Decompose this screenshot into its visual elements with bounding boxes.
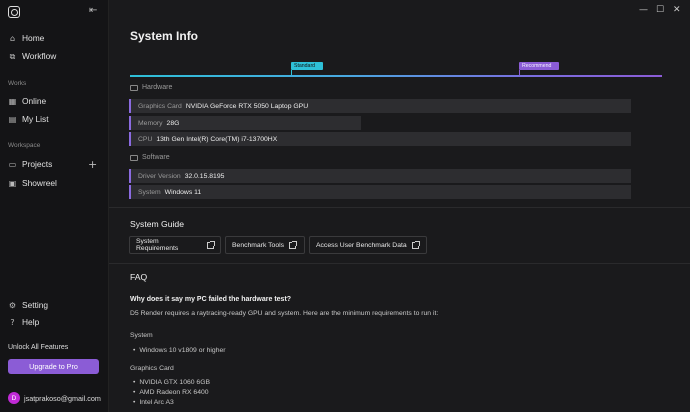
row-key: Driver Version — [138, 172, 181, 180]
sidebar-item-showreel[interactable]: ▣ Showreel — [8, 175, 57, 191]
standard-marker: Standard — [291, 62, 323, 70]
recommend-marker: Recommend — [519, 62, 559, 70]
row-value: 32.0.15.8195 — [184, 172, 225, 180]
row-value: 13th Gen Intel(R) Core(TM) i7-13700HX — [156, 135, 278, 143]
list-item: Intel Arc A3 — [133, 399, 173, 406]
unlock-label: Unlock All Features — [8, 344, 69, 351]
row-value: 28G — [166, 119, 180, 127]
collapse-left-icon[interactable]: ⇤ — [89, 5, 97, 16]
sidebar-item-workflow[interactable]: ⧉ Workflow — [8, 48, 57, 64]
faq-title: FAQ — [130, 272, 148, 282]
account-email: jsatprakoso@gmail.com — [24, 393, 101, 403]
software-icon — [130, 154, 138, 161]
account[interactable]: D jsatprakoso@gmail.com — [8, 392, 101, 404]
app-logo-icon — [8, 6, 20, 18]
add-project-icon[interactable]: + — [88, 158, 97, 171]
sidebar-item-online[interactable]: ▦ Online — [8, 93, 47, 109]
button-label: Access User Benchmark Data — [316, 241, 407, 249]
faq-system-label: System — [130, 332, 153, 339]
sidebar-item-setting[interactable]: ⚙ Setting — [8, 297, 48, 313]
section-label-workspace: Workspace — [8, 142, 41, 149]
sidebar-item-label: Setting — [22, 300, 49, 310]
external-link-icon — [207, 240, 215, 249]
hardware-row-graphics-card: Graphics Card NVIDIA GeForce RTX 5050 La… — [129, 99, 631, 113]
sidebar-item-my-list[interactable]: ▤ My List — [8, 111, 49, 127]
book-icon: ▤ — [8, 114, 17, 124]
software-row-driver: Driver Version 32.0.15.8195 — [129, 169, 631, 183]
row-key: System — [138, 188, 161, 196]
faq-answer: D5 Render requires a raytracing-ready GP… — [130, 310, 439, 317]
sidebar-item-label: Online — [22, 96, 47, 106]
maximize-icon[interactable]: ☐ — [656, 5, 664, 15]
divider — [109, 207, 690, 208]
sidebar-item-label: Home — [22, 33, 45, 43]
faq-gpu-label: Graphics Card — [130, 365, 174, 372]
page-title: System Info — [130, 29, 199, 43]
sidebar-item-label: Help — [22, 317, 40, 327]
divider — [109, 263, 690, 264]
row-key: CPU — [138, 135, 153, 143]
sidebar-item-label: Showreel — [22, 178, 57, 188]
close-icon[interactable]: ✕ — [673, 5, 681, 15]
hardware-label: Hardware — [142, 84, 173, 91]
sidebar-item-home[interactable]: ⌂ Home — [8, 30, 44, 46]
access-benchmark-data-button[interactable]: Access User Benchmark Data — [309, 236, 427, 254]
film-icon: ▣ — [8, 178, 17, 188]
system-requirements-button[interactable]: System Requirements — [129, 236, 221, 254]
software-label: Software — [142, 154, 170, 161]
list-item: NVIDIA GTX 1060 6GB — [133, 379, 210, 386]
row-value: NVIDIA GeForce RTX 5050 Laptop GPU — [185, 102, 309, 110]
sidebar: ⇤ ⌂ Home ⧉ Workflow Works ▦ Online ▤ My … — [0, 0, 109, 412]
button-label: System Requirements — [136, 238, 179, 252]
hardware-heading: Hardware — [130, 84, 172, 91]
sidebar-item-label: Workflow — [22, 51, 57, 61]
row-key: Memory — [138, 119, 163, 127]
row-value: Windows 11 — [164, 188, 202, 196]
row-key: Graphics Card — [138, 102, 182, 110]
workflow-icon: ⧉ — [9, 51, 16, 61]
section-label-works: Works — [8, 80, 27, 87]
button-label: Benchmark Tools — [232, 241, 285, 249]
sidebar-item-label: My List — [22, 114, 49, 124]
help-icon: ? — [10, 317, 15, 327]
home-icon: ⌂ — [9, 33, 16, 43]
sidebar-item-help[interactable]: ? Help — [8, 314, 39, 330]
folder-icon: ▭ — [8, 159, 17, 169]
hardware-row-memory: Memory 28G — [129, 116, 361, 130]
upgrade-button[interactable]: Upgrade to Pro — [8, 359, 99, 374]
sidebar-item-label: Projects — [22, 159, 53, 169]
ranking-bar — [130, 75, 662, 77]
list-item: AMD Radeon RX 6400 — [133, 389, 208, 396]
gear-icon: ⚙ — [8, 300, 17, 310]
external-link-icon — [411, 240, 420, 249]
minimize-icon[interactable]: — — [639, 5, 648, 15]
list-item: Windows 10 v1809 or higher — [133, 347, 225, 354]
software-row-system: System Windows 11 — [129, 185, 631, 199]
avatar: D — [8, 392, 20, 404]
hardware-icon — [130, 84, 138, 91]
faq-question: Why does it say my PC failed the hardwar… — [130, 296, 292, 303]
external-link-icon — [289, 240, 298, 249]
grid-icon: ▦ — [8, 96, 17, 106]
system-guide-title: System Guide — [130, 219, 184, 229]
software-heading: Software — [130, 154, 170, 161]
benchmark-tools-button[interactable]: Benchmark Tools — [225, 236, 305, 254]
hardware-row-cpu: CPU 13th Gen Intel(R) Core(TM) i7-13700H… — [129, 132, 631, 146]
sidebar-item-projects[interactable]: ▭ Projects — [8, 156, 53, 172]
